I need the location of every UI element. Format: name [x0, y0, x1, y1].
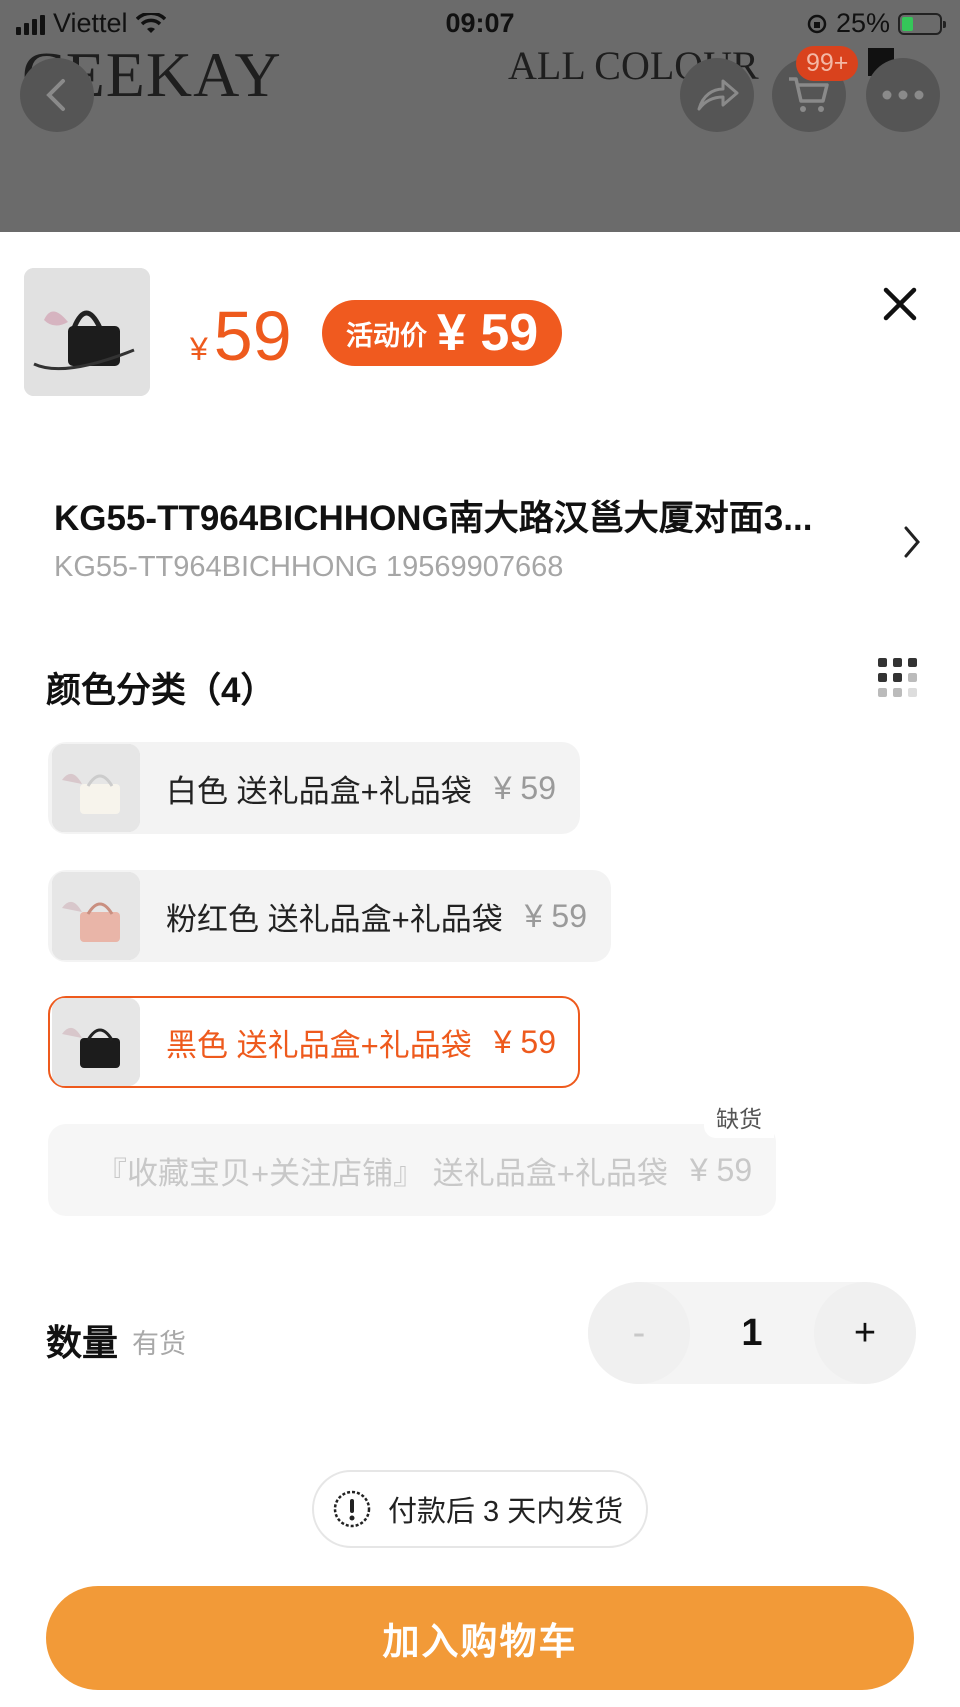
option-price: ¥ 59 — [493, 769, 556, 806]
cart-icon — [789, 77, 829, 112]
cart-count-badge: 99+ — [796, 46, 859, 81]
quantity-stepper: - 1 + — [588, 1282, 916, 1384]
quantity-value[interactable]: 1 — [690, 1282, 814, 1384]
stock-status: 有货 — [132, 1329, 186, 1359]
rotation-lock-icon — [807, 14, 827, 33]
address-title: KG55-TT964BICHHONG南大路汉邕大厦对面3... — [54, 499, 813, 538]
option-label: 白色 送礼品盒+礼品袋 — [166, 773, 472, 809]
option-price: ¥ 59 — [524, 897, 587, 934]
shipping-notice-text: 付款后 3 天内发货 — [388, 1496, 624, 1528]
share-button[interactable] — [680, 58, 754, 132]
promo-price: ¥ 59 — [437, 304, 539, 362]
option-price: ¥ 59 — [689, 1151, 753, 1188]
status-right: 25% — [806, 8, 946, 39]
option-price: ¥ 59 — [493, 1023, 556, 1060]
chevron-right-icon[interactable] — [900, 522, 924, 562]
color-option-black[interactable]: 黑色 送礼品盒+礼品袋 ¥ 59 — [48, 996, 580, 1088]
option-thumbnail — [52, 744, 140, 832]
option-label: 『收藏宝贝+关注店铺』 送礼品盒+礼品袋 — [96, 1155, 668, 1191]
shipping-notice: 付款后 3 天内发货 — [312, 1470, 648, 1548]
product-image — [24, 268, 150, 396]
color-option-pink[interactable]: 粉红色 送礼品盒+礼品袋 ¥ 59 — [48, 870, 611, 962]
option-thumbnail — [52, 872, 140, 960]
grid-view-icon[interactable] — [878, 658, 918, 698]
back-icon — [46, 79, 65, 111]
info-icon — [333, 1490, 371, 1528]
back-button[interactable] — [20, 58, 94, 132]
price-currency: ¥ — [190, 331, 208, 367]
close-button[interactable] — [878, 282, 922, 326]
option-label: 黑色 送礼品盒+礼品袋 — [166, 1027, 472, 1063]
status-bar: Viettel 09:07 25% — [0, 0, 960, 48]
color-option-favorite-bundle[interactable]: 『收藏宝贝+关注店铺』 送礼品盒+礼品袋 ¥ 59 缺货 — [48, 1096, 777, 1216]
more-button[interactable] — [866, 58, 940, 132]
price-value: 59 — [213, 297, 292, 375]
option-thumbnail — [52, 998, 140, 1086]
promo-label: 活动价 — [346, 320, 427, 351]
more-icon — [882, 90, 924, 100]
color-section-title: 颜色分类（4） — [46, 671, 276, 710]
close-icon — [883, 287, 917, 321]
promo-price-badge: 活动价 ¥ 59 — [322, 300, 563, 366]
out-of-stock-badge: 缺货 — [704, 1096, 775, 1138]
sku-selector-sheet: ¥ 59 活动价 ¥ 59 KG55-TT964BICHHONG南大路汉邕大厦对… — [0, 232, 960, 1707]
battery-percent: 25% — [835, 8, 890, 38]
current-price: ¥ 59 — [190, 296, 292, 376]
shipping-address[interactable]: KG55-TT964BICHHONG南大路汉邕大厦对面3... KG55-TT9… — [54, 490, 874, 584]
battery-icon — [898, 12, 946, 35]
share-icon — [697, 79, 739, 111]
backdrop-overlay[interactable]: CEEKAY ALL COLOUR Viettel 09:07 25% 99+ — [0, 0, 960, 232]
decrement-button[interactable]: - — [588, 1282, 690, 1384]
increment-button[interactable]: + — [814, 1282, 916, 1384]
product-thumbnail[interactable] — [24, 268, 150, 396]
quantity-label: 数量 — [46, 1322, 119, 1363]
address-subtitle: KG55-TT964BICHHONG 19569907668 — [54, 551, 564, 583]
option-label: 粉红色 送礼品盒+礼品袋 — [166, 901, 503, 937]
add-to-cart-button[interactable]: 加入购物车 — [46, 1586, 914, 1690]
color-option-white[interactable]: 白色 送礼品盒+礼品袋 ¥ 59 — [48, 742, 580, 834]
